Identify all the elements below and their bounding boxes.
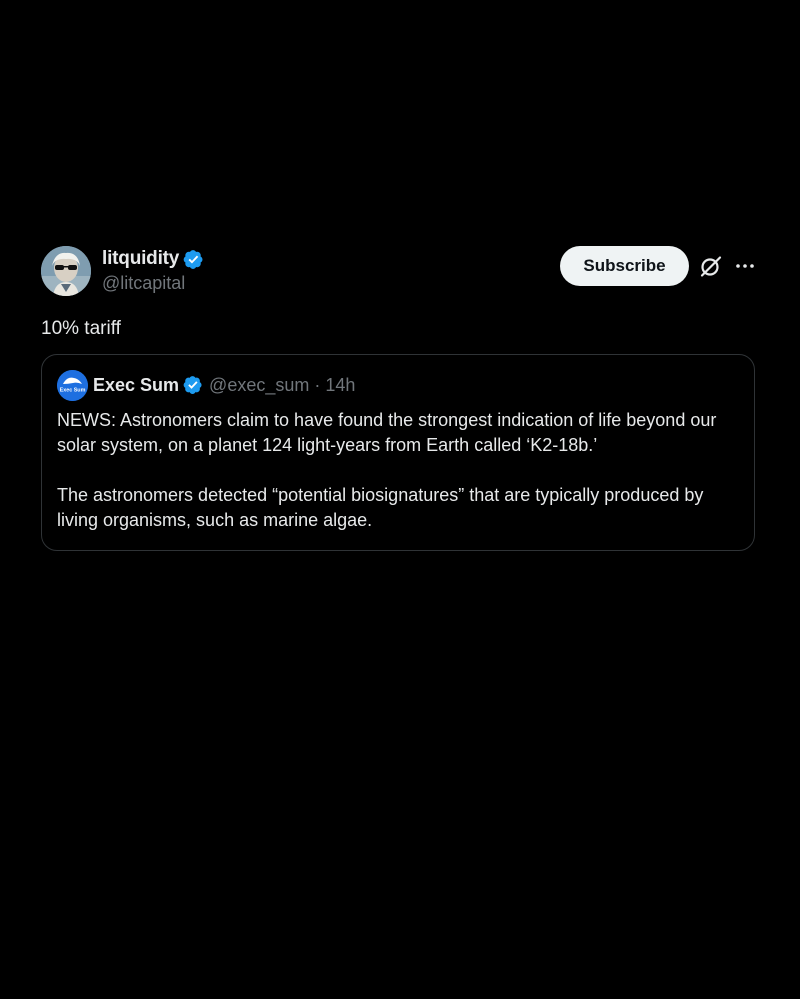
- tweet-card: litquidity @litcapital Subscribe 10% tar…: [41, 245, 756, 551]
- exec-sum-logo-text: Exec Sum: [60, 387, 86, 393]
- subscribe-button[interactable]: Subscribe: [560, 246, 689, 286]
- verified-badge-icon: [183, 375, 203, 395]
- author-avatar[interactable]: [41, 246, 91, 296]
- author-name-row: litquidity: [102, 247, 204, 271]
- quoted-tweet-body: NEWS: Astronomers claim to have found th…: [57, 408, 739, 533]
- separator-dot: ·: [314, 374, 321, 395]
- tweet-header: litquidity @litcapital Subscribe: [41, 245, 756, 297]
- tweet-text: 10% tariff: [41, 318, 121, 339]
- author-display-name[interactable]: litquidity: [102, 248, 179, 270]
- verified-badge-icon: [183, 249, 204, 270]
- author-handle[interactable]: @litcapital: [102, 273, 204, 295]
- more-icon[interactable]: [734, 254, 756, 278]
- avatar-sunglasses-portrait-icon: [41, 246, 91, 296]
- quoted-author-avatar[interactable]: Exec Sum: [57, 369, 88, 401]
- exec-sum-logo-icon: Exec Sum: [57, 369, 88, 401]
- grok-icon[interactable]: [699, 254, 723, 278]
- author-info: litquidity @litcapital: [102, 247, 204, 295]
- quoted-author-handle[interactable]: @exec_sum: [209, 375, 309, 396]
- quoted-tweet-paragraph: NEWS: Astronomers claim to have found th…: [57, 410, 717, 455]
- quoted-tweet-paragraph: The astronomers detected “potential bios…: [57, 485, 704, 530]
- quoted-author-display-name[interactable]: Exec Sum: [93, 375, 179, 396]
- quoted-tweet-time[interactable]: 14h: [325, 375, 355, 396]
- quoted-tweet[interactable]: Exec Sum Exec Sum @exec_sum · 14h NEWS: …: [41, 354, 755, 551]
- quoted-tweet-header: Exec Sum Exec Sum @exec_sum · 14h: [57, 369, 739, 401]
